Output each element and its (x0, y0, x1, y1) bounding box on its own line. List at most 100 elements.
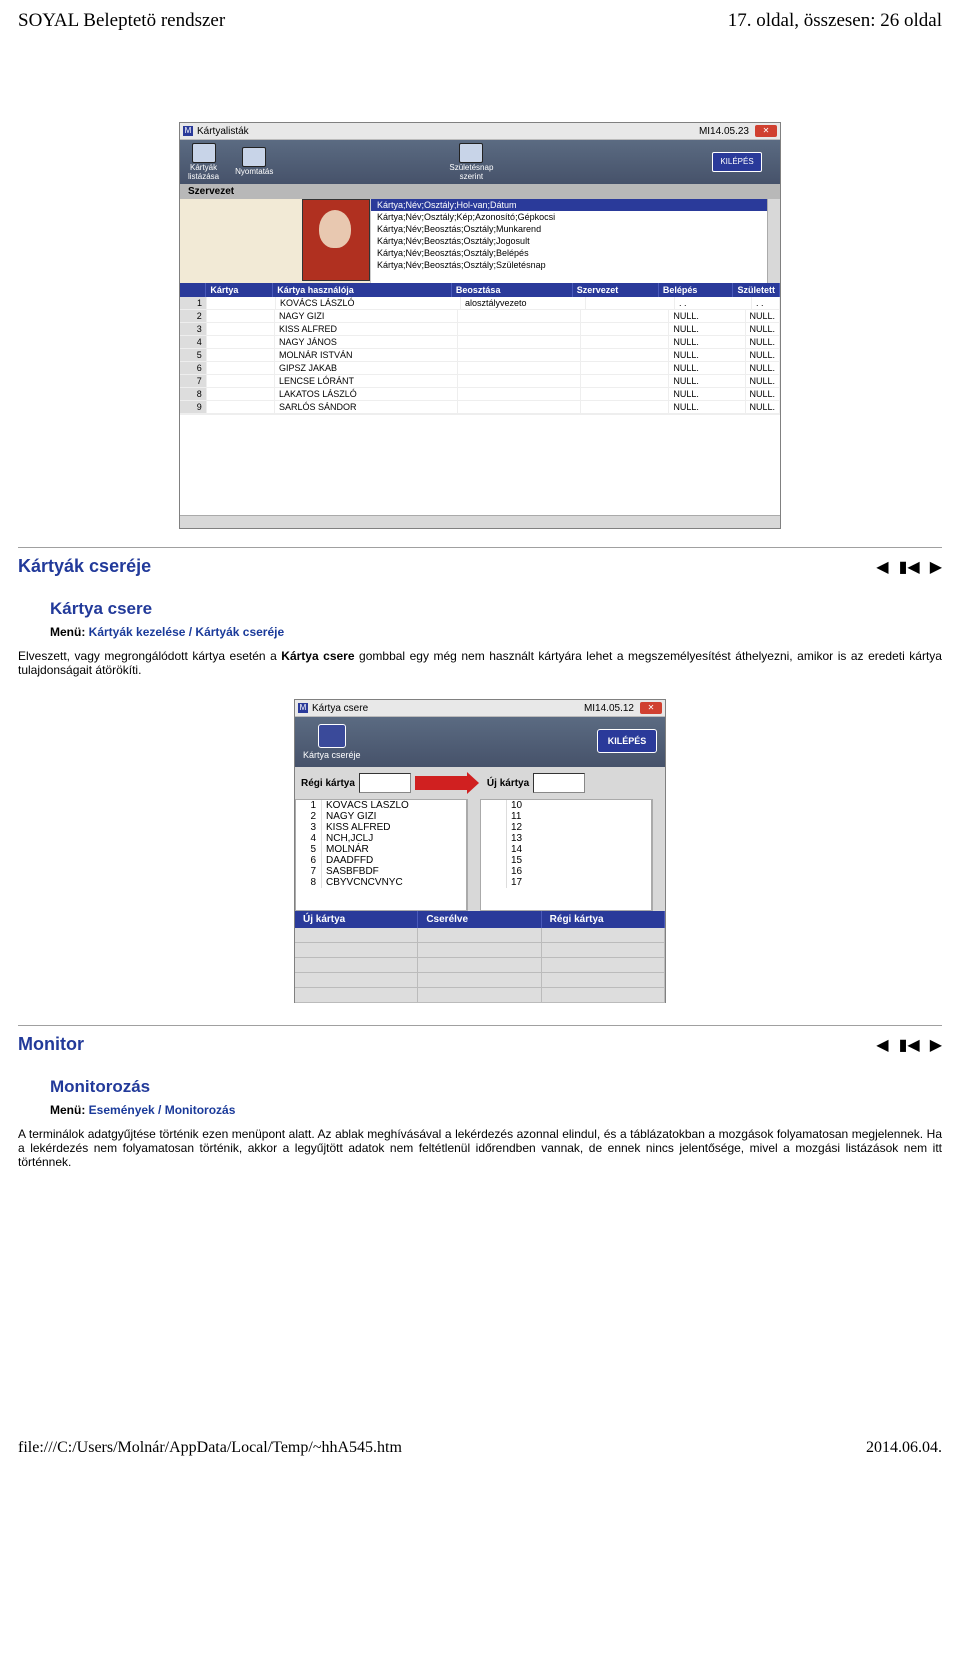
section-heading-kartyak-csereje: Kártyák cseréje (18, 556, 151, 577)
table-row[interactable]: 1KOVÁCS LÁSZLÓalosztályvezeto. .. . (180, 297, 780, 310)
btn-kilepes-2[interactable]: KILÉPÉS (597, 729, 657, 755)
btn-kartya-csereje[interactable]: Kártya cseréje (303, 724, 361, 760)
dropdown-item[interactable]: Kártya;Név;Osztály;Kép;Azonosító;Gépkocs… (371, 211, 767, 223)
list-item[interactable]: 8CBYVCNCVNYC (296, 877, 466, 888)
list-item[interactable]: 14 (481, 844, 651, 855)
table-row[interactable]: 3KISS ALFREDNULL.NULL. (180, 323, 780, 336)
list-item[interactable]: 7SASBFBDF (296, 866, 466, 877)
table-row[interactable]: 7LENCSE LÓRÁNTNULL.NULL. (180, 375, 780, 388)
menu-label: Menü: (50, 1103, 85, 1117)
titlebar[interactable]: M Kártyalisták MI14.05.23 ✕ (180, 123, 780, 140)
list-item[interactable]: 13 (481, 833, 651, 844)
exit-icon: KILÉPÉS (712, 152, 762, 172)
result-header: Új kártya Cserélve Régi kártya (295, 911, 665, 928)
swap-icon (318, 724, 346, 748)
toolbar2: Kártya cseréje KILÉPÉS (295, 717, 665, 767)
col-hasznalo[interactable]: Kártya használója (273, 283, 452, 297)
section1-body: Elveszett, vagy megrongálódott kártya es… (18, 649, 942, 677)
list-icon (192, 143, 216, 163)
nav-next-icon[interactable]: ▶ (930, 1035, 942, 1055)
nav-prev-icon[interactable]: ◀ (876, 1035, 888, 1055)
photo-panel (180, 199, 371, 283)
rescol-regi: Régi kártya (542, 911, 665, 928)
table-row[interactable]: 4NAGY JÁNOSNULL.NULL. (180, 336, 780, 349)
label-regi-kartya: Régi kártya (301, 778, 355, 789)
nav-first-icon[interactable]: ▮◀ (899, 557, 920, 577)
scrollbar[interactable] (767, 199, 780, 283)
table-row[interactable]: 6GIPSZ JAKABNULL.NULL. (180, 362, 780, 375)
list-item[interactable]: 4NCH,JCLJ (296, 833, 466, 844)
rescol-cserelve: Cserélve (418, 911, 541, 928)
app-icon: M (298, 703, 308, 713)
list-item[interactable]: 6DAADFFD (296, 855, 466, 866)
exit-icon: KILÉPÉS (597, 729, 657, 753)
window-title: Kártyalisták (197, 126, 699, 137)
btn-nyomtatas[interactable]: Nyomtatás (227, 145, 281, 179)
arrow-icon (415, 776, 469, 790)
input-regi-kartya[interactable] (359, 773, 411, 793)
app-icon: M (183, 126, 193, 136)
nav-first-icon[interactable]: ▮◀ (899, 1035, 920, 1055)
list-item[interactable]: 2NAGY GIZI (296, 811, 466, 822)
result-grid (295, 928, 665, 1002)
list-item[interactable]: 15 (481, 855, 651, 866)
btn-kilepes[interactable]: KILÉPÉS (704, 150, 770, 175)
dropdown-item[interactable]: Kártya;Név;Beosztás;Osztály;Belépés (371, 247, 767, 259)
col-kartya[interactable]: Kártya (206, 283, 273, 297)
dropdown-item-selected[interactable]: Kártya;Név;Osztály;Hol-van;Dátum (371, 199, 767, 211)
window2-version: MI14.05.12 (584, 703, 634, 714)
table-row[interactable]: 9SARLÓS SÁNDORNULL.NULL. (180, 401, 780, 414)
btn-kartyak-listazasa[interactable]: Kártyák listázása (180, 141, 227, 184)
table-row[interactable]: 2NAGY GIZINULL.NULL. (180, 310, 780, 323)
list-item[interactable]: 3KISS ALFRED (296, 822, 466, 833)
subheading-kartya-csere: Kártya csere (50, 599, 942, 619)
col-szervezet[interactable]: Szervezet (573, 283, 659, 297)
scrollbar-right[interactable] (652, 799, 665, 911)
list-item[interactable]: 11 (481, 811, 651, 822)
doc-title-left: SOYAL Beleptetö rendszer (18, 10, 225, 32)
section2-body: A terminálok adatgyűjtése történik ezen … (18, 1127, 942, 1169)
menu-path: Események / Monitorozás (89, 1103, 236, 1117)
menu-label: Menü: (50, 625, 85, 639)
list-item[interactable]: 17 (481, 877, 651, 888)
col-belepes[interactable]: Belépés (659, 283, 734, 297)
section-nav: ◀ ▮◀ ▶ (876, 1035, 942, 1055)
grid-empty-area (180, 414, 780, 515)
dropdown-item[interactable]: Kártya;Név;Beosztás;Osztály;Munkarend (371, 223, 767, 235)
table-row[interactable]: 5MOLNÁR ISTVÁNNULL.NULL. (180, 349, 780, 362)
input-uj-kartya[interactable] (533, 773, 585, 793)
nav-next-icon[interactable]: ▶ (930, 557, 942, 577)
dropdown-item[interactable]: Kártya;Név;Beosztás;Osztály;Születésnap (371, 259, 767, 271)
table-row[interactable]: 8LAKATOS LÁSZLÓNULL.NULL. (180, 388, 780, 401)
list-regi[interactable]: 1KOVÁCS LÁSZLÓ2NAGY GIZI3KISS ALFRED4NCH… (295, 799, 467, 911)
column-preset-dropdown[interactable]: Kártya;Név;Osztály;Hol-van;Dátum Kártya;… (371, 199, 767, 283)
rescol-uj: Új kártya (295, 911, 418, 928)
list-item[interactable]: 5MOLNÁR (296, 844, 466, 855)
window2-title: Kártya csere (312, 703, 584, 714)
scrollbar-left[interactable] (467, 799, 480, 911)
footer-date: 2014.06.04. (866, 1439, 942, 1457)
label-uj-kartya: Új kártya (487, 778, 529, 789)
col-szuletett[interactable]: Született (733, 283, 780, 297)
subheading-monitorozas: Monitorozás (50, 1077, 942, 1097)
close-icon[interactable]: ✕ (640, 702, 662, 714)
btn-szuletesnap[interactable]: Születésnap szerint (441, 141, 501, 184)
list-uj[interactable]: 1011121314151617 (480, 799, 652, 911)
hscrollbar[interactable] (180, 515, 780, 528)
section-heading-monitor: Monitor (18, 1034, 84, 1055)
col-beosztas[interactable]: Beosztása (452, 283, 573, 297)
nav-prev-icon[interactable]: ◀ (876, 557, 888, 577)
screenshot-kartyalistak: M Kártyalisták MI14.05.23 ✕ Kártyák list… (179, 122, 781, 529)
subheader-szervezet: Szervezet (180, 184, 780, 199)
toolbar: Kártyák listázása Nyomtatás Születésnap … (180, 140, 780, 184)
list-item[interactable]: 1KOVÁCS LÁSZLÓ (296, 800, 466, 811)
titlebar2[interactable]: M Kártya csere MI14.05.12 ✕ (295, 700, 665, 717)
table-header: Kártya Kártya használója Beosztása Szerv… (180, 283, 780, 297)
list-item[interactable]: 12 (481, 822, 651, 833)
section-nav: ◀ ▮◀ ▶ (876, 557, 942, 577)
list-item[interactable]: 16 (481, 866, 651, 877)
close-icon[interactable]: ✕ (755, 125, 777, 137)
list-item[interactable]: 10 (481, 800, 651, 811)
dropdown-item[interactable]: Kártya;Név;Beosztás;Osztály;Jogosult (371, 235, 767, 247)
window-version: MI14.05.23 (699, 126, 749, 137)
